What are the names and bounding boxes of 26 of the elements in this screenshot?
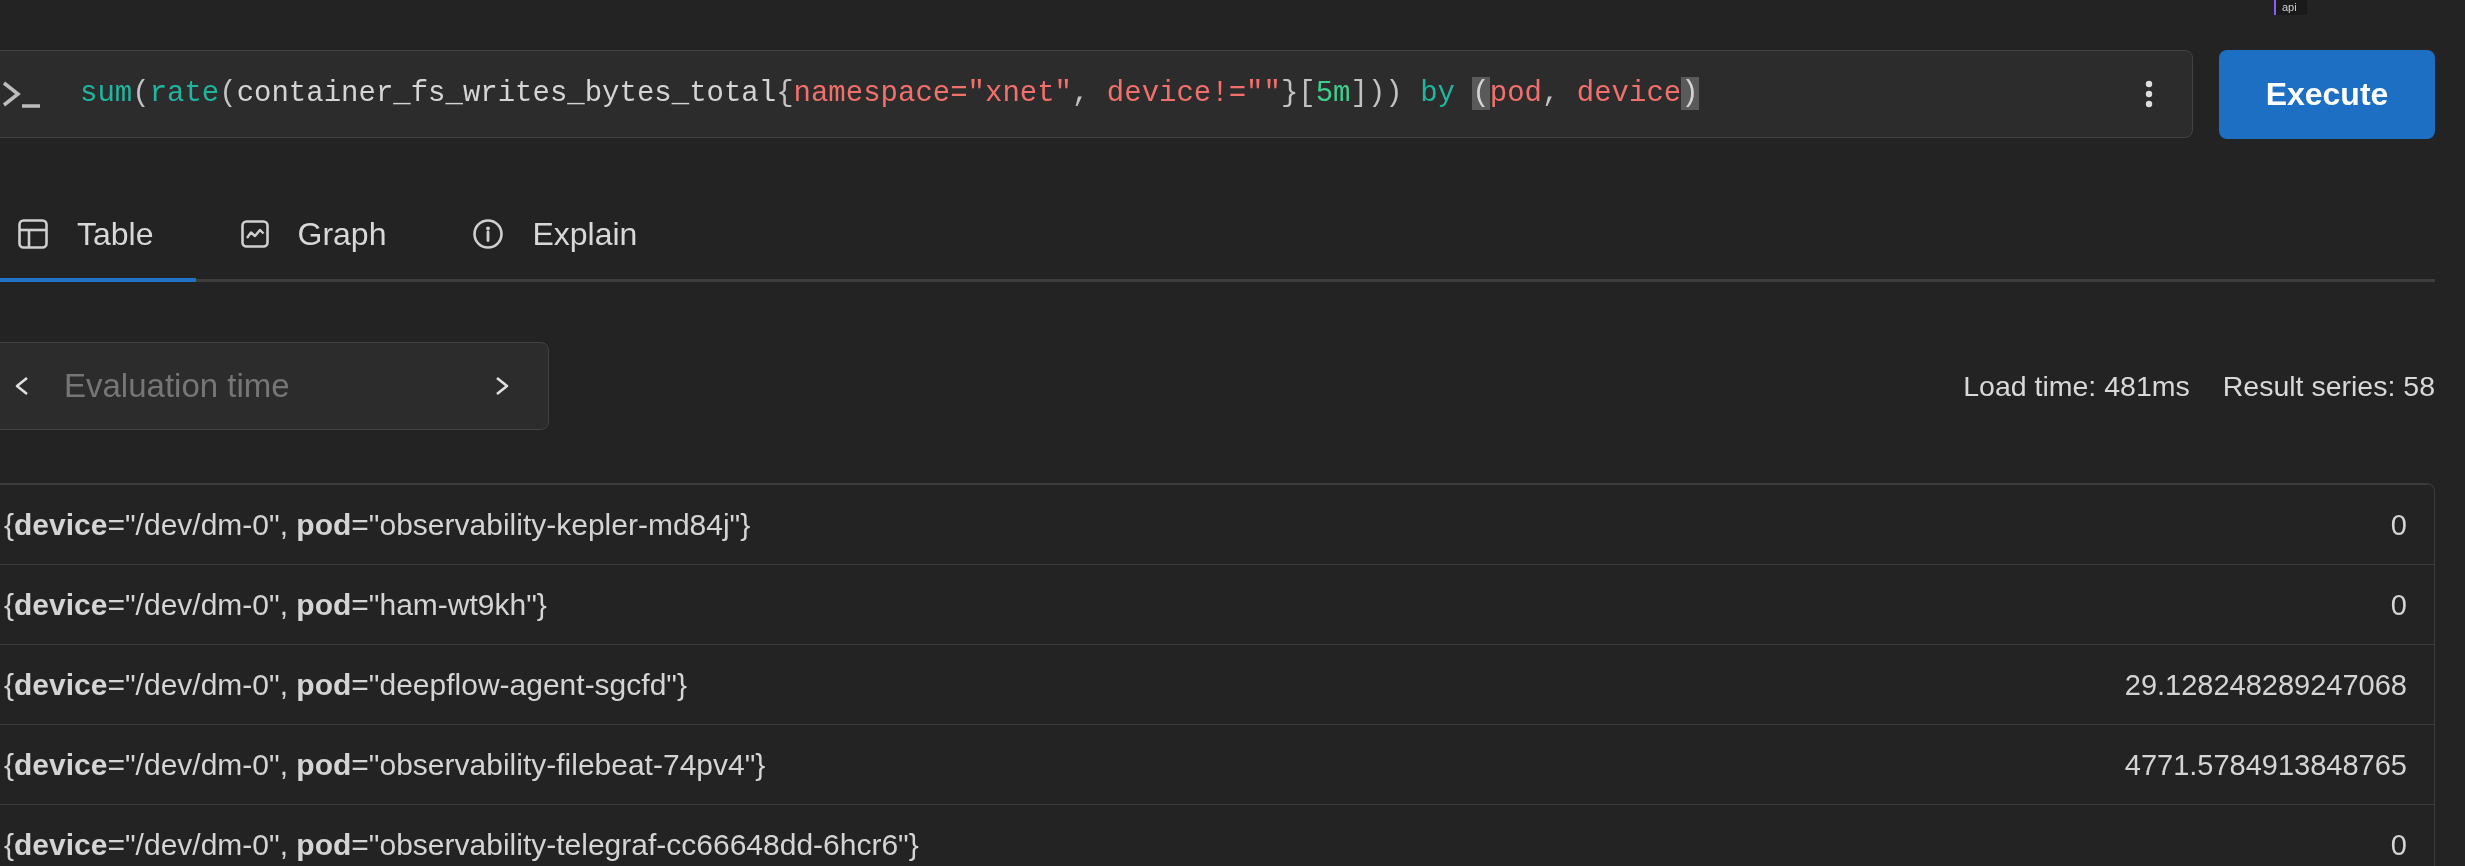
chevron-right-icon[interactable] xyxy=(495,376,510,396)
tab[interactable]: Graph xyxy=(195,187,429,282)
execute-button[interactable]: Execute xyxy=(2219,50,2435,139)
table-icon xyxy=(18,219,48,249)
value-cell-text: 4771.5784913848765 xyxy=(2124,747,2407,783)
status-text: Load time: 481ms xyxy=(1963,369,2190,403)
tab[interactable]: Table xyxy=(0,187,196,282)
series-label-cell: {device="/dev/dm-0", pod="observability-kepler-md84j"} xyxy=(4,506,751,543)
value-cell-text: 29.128248289247068 xyxy=(2124,667,2407,703)
evaluation-time-field[interactable]: Evaluation time xyxy=(0,342,549,430)
value-cell-text: 0 xyxy=(2390,507,2407,543)
tooltip: api xyxy=(2274,0,2307,15)
series-label-cell: {device="/dev/dm-0", pod="observability-filebeat-74pv4"} xyxy=(4,746,766,783)
series-label-cell: {device="/dev/dm-0", pod="deepflow-agent-sgcfd"} xyxy=(4,666,687,703)
status-text: Result series: 58 xyxy=(2222,369,2435,403)
value-cell-text: 0 xyxy=(2390,587,2407,623)
tab[interactable]: Explain xyxy=(428,187,680,282)
value-cell-text: 0 xyxy=(2390,827,2407,863)
series-label-cell: {device="/dev/dm-0", pod="ham-wt9kh"} xyxy=(4,586,547,623)
terminal-prompt-icon xyxy=(1,80,41,108)
chevron-left-icon[interactable] xyxy=(14,376,29,396)
series-label-cell: {device="/dev/dm-0", pod="observability-telegraf-cc66648dd-6hcr6"} xyxy=(4,826,919,863)
evaluation-time-input[interactable]: Evaluation time xyxy=(64,366,495,406)
more-menu-icon[interactable] xyxy=(2145,80,2153,108)
info-icon xyxy=(473,219,504,249)
line-chart-icon xyxy=(240,220,269,248)
